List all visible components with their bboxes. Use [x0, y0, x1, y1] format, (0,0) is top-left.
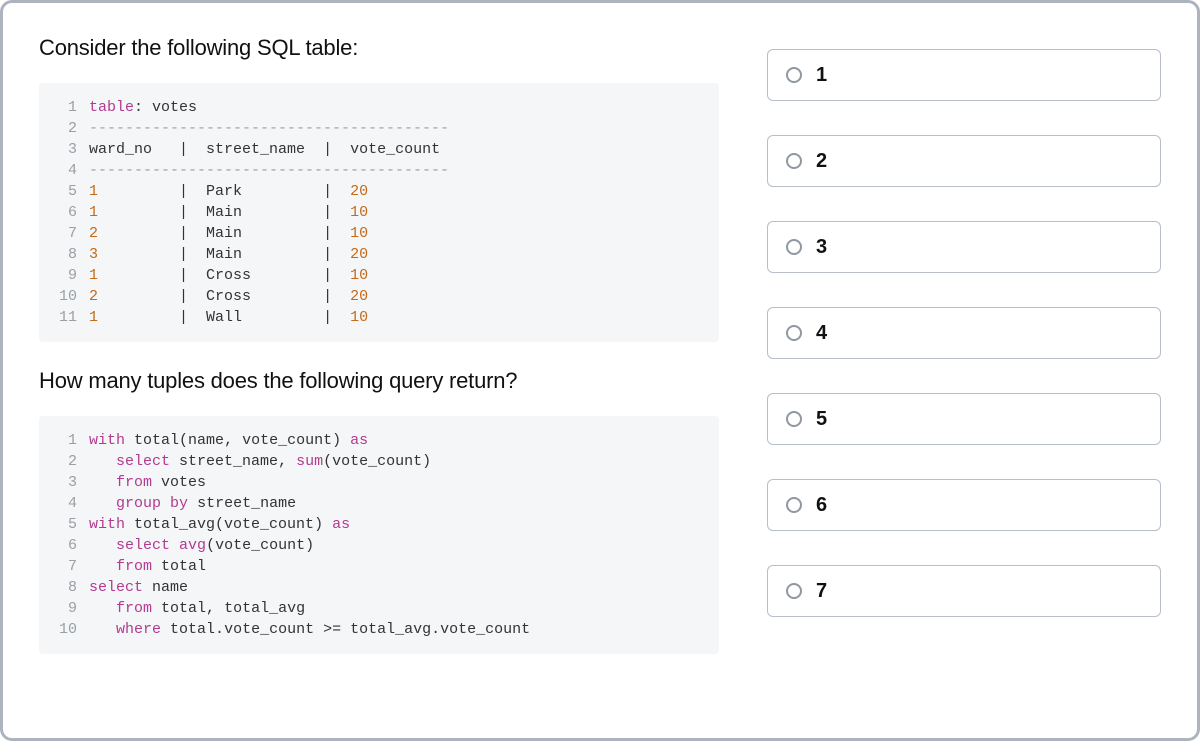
option-label: 5 [816, 408, 827, 431]
code-line: 1with total(name, vote_count) as [39, 430, 719, 451]
question-container: Consider the following SQL table: 1table… [39, 35, 1161, 706]
code-line: 10 where total.vote_count >= total_avg.v… [39, 619, 719, 640]
option-label: 3 [816, 236, 827, 259]
code-line: 6 select avg(vote_count) [39, 535, 719, 556]
code-line: 4---------------------------------------… [39, 160, 719, 181]
code-content: 2 | Cross | 20 [89, 286, 368, 307]
answer-options: 1 2 3 4 5 6 7 [767, 35, 1161, 706]
radio-icon [786, 239, 802, 255]
code-line: 7 from total [39, 556, 719, 577]
code-line: 5with total_avg(vote_count) as [39, 514, 719, 535]
answer-option-6[interactable]: 6 [767, 479, 1161, 531]
line-number: 2 [39, 451, 89, 472]
code-line: 83 | Main | 20 [39, 244, 719, 265]
code-content: from total, total_avg [89, 598, 305, 619]
line-number: 9 [39, 265, 89, 286]
code-content: 1 | Park | 20 [89, 181, 368, 202]
code-content: from votes [89, 472, 206, 493]
radio-icon [786, 583, 802, 599]
code-content: 1 | Cross | 10 [89, 265, 368, 286]
line-number: 3 [39, 472, 89, 493]
code-line: 61 | Main | 10 [39, 202, 719, 223]
code-line: 9 from total, total_avg [39, 598, 719, 619]
option-label: 7 [816, 580, 827, 603]
code-line: 51 | Park | 20 [39, 181, 719, 202]
code-content: 3 | Main | 20 [89, 244, 368, 265]
line-number: 4 [39, 160, 89, 181]
line-number: 1 [39, 430, 89, 451]
line-number: 5 [39, 514, 89, 535]
line-number: 11 [39, 307, 89, 328]
code-content: select street_name, sum(vote_count) [89, 451, 431, 472]
line-number: 3 [39, 139, 89, 160]
code-line: 3 from votes [39, 472, 719, 493]
code-line: 3ward_no | street_name | vote_count [39, 139, 719, 160]
line-number: 8 [39, 244, 89, 265]
code-line: 102 | Cross | 20 [39, 286, 719, 307]
code-content: table: votes [89, 97, 197, 118]
line-number: 6 [39, 202, 89, 223]
line-number: 8 [39, 577, 89, 598]
line-number: 9 [39, 598, 89, 619]
code-line: 2 select street_name, sum(vote_count) [39, 451, 719, 472]
radio-icon [786, 153, 802, 169]
answer-option-2[interactable]: 2 [767, 135, 1161, 187]
line-number: 1 [39, 97, 89, 118]
code-content: with total_avg(vote_count) as [89, 514, 350, 535]
line-number: 7 [39, 223, 89, 244]
line-number: 5 [39, 181, 89, 202]
line-number: 7 [39, 556, 89, 577]
radio-icon [786, 497, 802, 513]
code-line: 4 group by street_name [39, 493, 719, 514]
code-content: 1 | Main | 10 [89, 202, 368, 223]
code-content: 2 | Main | 10 [89, 223, 368, 244]
code-line: 1table: votes [39, 97, 719, 118]
answer-option-3[interactable]: 3 [767, 221, 1161, 273]
code-line: 91 | Cross | 10 [39, 265, 719, 286]
code-content: group by street_name [89, 493, 296, 514]
code-content: select avg(vote_count) [89, 535, 314, 556]
query-code-block: 1with total(name, vote_count) as2 select… [39, 416, 719, 654]
option-label: 1 [816, 64, 827, 87]
answer-option-4[interactable]: 4 [767, 307, 1161, 359]
question-prompt: How many tuples does the following query… [39, 368, 719, 394]
code-content: from total [89, 556, 206, 577]
code-content: where total.vote_count >= total_avg.vote… [89, 619, 530, 640]
code-line: 111 | Wall | 10 [39, 307, 719, 328]
table-code-block: 1table: votes2--------------------------… [39, 83, 719, 342]
line-number: 2 [39, 118, 89, 139]
code-content: select name [89, 577, 188, 598]
code-content: ---------------------------------------- [89, 160, 449, 181]
line-number: 4 [39, 493, 89, 514]
option-label: 6 [816, 494, 827, 517]
line-number: 10 [39, 286, 89, 307]
question-body: Consider the following SQL table: 1table… [39, 35, 719, 706]
answer-option-5[interactable]: 5 [767, 393, 1161, 445]
code-line: 8select name [39, 577, 719, 598]
code-content: ward_no | street_name | vote_count [89, 139, 440, 160]
answer-option-7[interactable]: 7 [767, 565, 1161, 617]
answer-option-1[interactable]: 1 [767, 49, 1161, 101]
question-intro: Consider the following SQL table: [39, 35, 719, 61]
line-number: 6 [39, 535, 89, 556]
code-content: ---------------------------------------- [89, 118, 449, 139]
radio-icon [786, 411, 802, 427]
option-label: 2 [816, 150, 827, 173]
code-content: with total(name, vote_count) as [89, 430, 368, 451]
option-label: 4 [816, 322, 827, 345]
radio-icon [786, 325, 802, 341]
code-line: 2---------------------------------------… [39, 118, 719, 139]
radio-icon [786, 67, 802, 83]
line-number: 10 [39, 619, 89, 640]
code-line: 72 | Main | 10 [39, 223, 719, 244]
code-content: 1 | Wall | 10 [89, 307, 368, 328]
